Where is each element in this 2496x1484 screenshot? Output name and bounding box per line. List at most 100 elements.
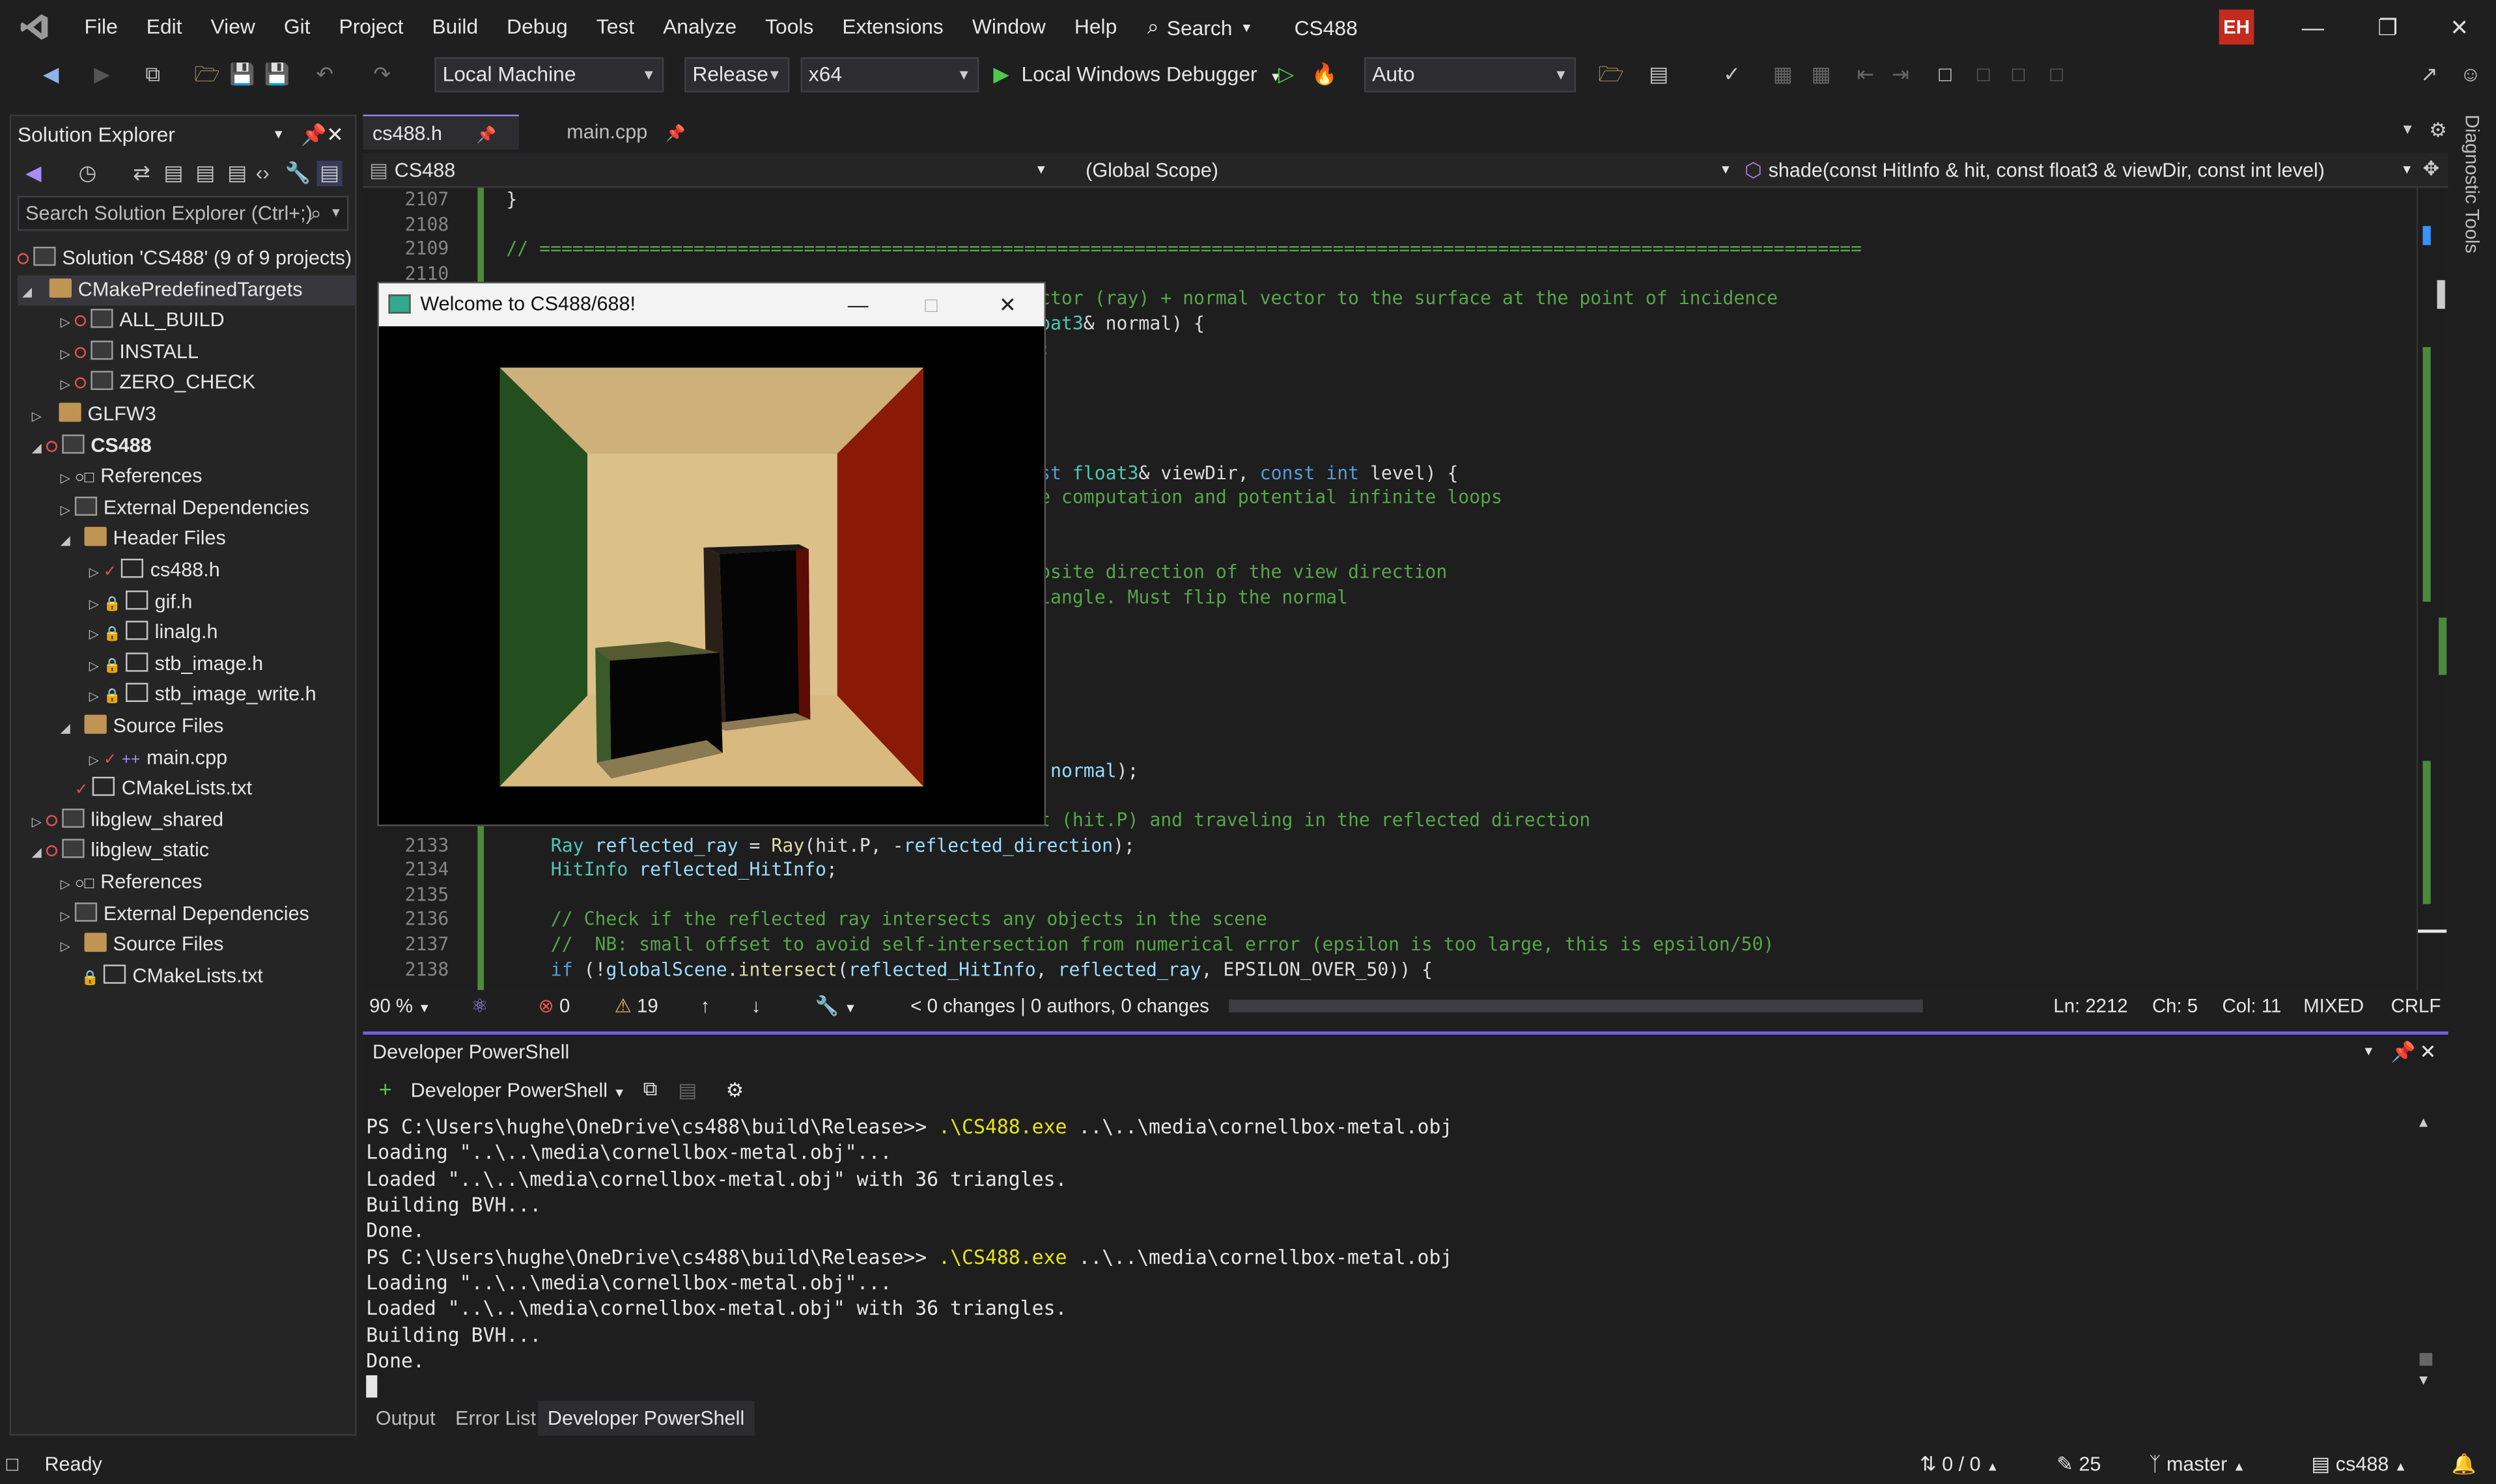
gear-icon[interactable]: ⚙: [2429, 118, 2447, 141]
collapse-all-icon[interactable]: ▤: [161, 161, 186, 186]
save-all-icon[interactable]: 💾: [264, 62, 290, 87]
project-dropdown[interactable]: ▤ CS488 ▼: [369, 153, 1047, 188]
tab-error-list[interactable]: Error List: [445, 1401, 545, 1436]
avatar[interactable]: EH: [2219, 9, 2254, 45]
start-debugger-button[interactable]: ▶ Local Windows Debugger ▼: [993, 57, 1282, 92]
menu-tools[interactable]: Tools: [751, 0, 828, 54]
errors-indicator[interactable]: ⊗ 0: [538, 990, 570, 1022]
tree-item-linalg-h[interactable]: ▷ 🔒 linalg.h: [85, 618, 218, 649]
clear-bookmarks-icon[interactable]: □: [2044, 62, 2069, 87]
code-cleanup-icon[interactable]: 🔧 ▼: [815, 990, 857, 1025]
menu-build[interactable]: Build: [417, 0, 492, 54]
prev-bookmark-icon[interactable]: □: [1970, 62, 1996, 87]
tree-item-external-dependencies-2[interactable]: ▷ External Dependencies: [56, 899, 309, 930]
pending-edits-indicator[interactable]: ✎ 25: [2056, 1446, 2101, 1484]
pin-icon[interactable]: 📌: [2391, 1035, 2416, 1070]
next-issue-arrow-icon[interactable]: ↓: [751, 990, 761, 1022]
terminal-profile-dropdown[interactable]: Developer PowerShell ▼: [411, 1079, 626, 1101]
folder-icon[interactable]: 🗁: [1598, 62, 1623, 87]
outdent-icon[interactable]: ⇤: [1853, 62, 1878, 87]
tree-item-glfw3[interactable]: ▷ GLFW3: [27, 400, 156, 431]
git-changes-indicator[interactable]: < 0 changes | 0 authors, 0 changes: [910, 990, 1209, 1022]
target-dropdown[interactable]: Local Machine ▼: [434, 57, 664, 92]
pin-icon[interactable]: 📌: [666, 126, 685, 143]
horizontal-scrollbar[interactable]: [1229, 1000, 1923, 1013]
gear-icon[interactable]: ⚙: [726, 1078, 744, 1101]
collapse-icon[interactable]: ▷: [85, 557, 104, 589]
minimize-button[interactable]: —: [2277, 0, 2349, 54]
expand-icon[interactable]: ◢: [56, 526, 75, 557]
open-folder-icon[interactable]: 🗁: [194, 62, 219, 87]
layout-icon[interactable]: ▤: [1646, 62, 1672, 87]
collapse-icon[interactable]: ▷: [85, 588, 104, 619]
tree-item-cs488-h[interactable]: ▷ ✓ cs488.h: [85, 555, 220, 587]
menu-window[interactable]: Window: [958, 0, 1060, 54]
collapse-icon[interactable]: ▷: [56, 464, 75, 495]
collapse-icon[interactable]: ▷: [56, 869, 75, 901]
tree-item-references[interactable]: ▷ ○□ References: [56, 462, 203, 493]
render-window-titlebar[interactable]: Welcome to CS488/688! — □ ✕: [378, 283, 1045, 327]
new-project-icon[interactable]: ⧉: [140, 62, 165, 87]
new-terminal-icon[interactable]: +: [379, 1076, 392, 1101]
collapse-icon[interactable]: ▷: [85, 651, 104, 682]
collapse-icon[interactable]: ▷: [27, 401, 46, 432]
history-icon[interactable]: ◷: [75, 161, 100, 186]
terminal-output[interactable]: PS C:\Users\hughe\OneDrive\cs488\build\R…: [366, 1114, 1452, 1400]
branch-indicator[interactable]: ᛉ master ▲: [2149, 1446, 2245, 1484]
close-icon[interactable]: ✕: [2420, 1035, 2437, 1070]
collapse-icon[interactable]: ▷: [56, 339, 75, 370]
editor-vertical-scrollbar[interactable]: [2416, 188, 2447, 990]
menu-file[interactable]: File: [70, 0, 132, 54]
tree-item-source-files-2[interactable]: ▷ Source Files: [56, 930, 223, 961]
search-button[interactable]: ⌕ Search ▼: [1147, 14, 1253, 40]
collapse-icon[interactable]: ▷: [85, 619, 104, 651]
tree-item-stb-image-h[interactable]: ▷ 🔒 stb_image.h: [85, 649, 263, 682]
tab-main-cpp[interactable]: main.cpp 📌: [557, 115, 701, 150]
platform-dropdown[interactable]: x64 ▼: [800, 57, 979, 92]
spellcheck-icon[interactable]: ✓: [1719, 62, 1745, 87]
sync-icon[interactable]: ⇄: [129, 161, 154, 186]
indent-icon[interactable]: ⇥: [1888, 62, 1913, 87]
tree-item-cmakelists[interactable]: ✓ CMakeLists.txt: [75, 774, 252, 805]
expand-icon[interactable]: ◢: [27, 838, 46, 869]
auto-dropdown[interactable]: Auto ▼: [1364, 57, 1577, 92]
tab-output[interactable]: Output: [366, 1401, 445, 1436]
tree-item-stb-image-write-h[interactable]: ▷ 🔒 stb_image_write.h: [85, 680, 316, 712]
previous-issue-arrow-icon[interactable]: ↑: [701, 990, 710, 1022]
uncomment-icon[interactable]: ▦: [1808, 62, 1834, 87]
start-without-debugging-icon[interactable]: ▷: [1274, 62, 1299, 87]
forward-icon[interactable]: ▶: [89, 62, 115, 87]
close-icon[interactable]: ✕: [326, 116, 344, 154]
collapse-icon[interactable]: ▷: [56, 901, 75, 932]
paste-icon[interactable]: ▤: [678, 1078, 697, 1101]
tab-list-chevron-icon[interactable]: ▼: [2400, 121, 2415, 137]
chevron-down-icon[interactable]: ▼: [272, 116, 285, 154]
menu-analyze[interactable]: Analyze: [649, 0, 751, 54]
tree-item-source-files[interactable]: ◢ Source Files: [56, 712, 223, 744]
collapse-icon[interactable]: ▷: [85, 682, 104, 713]
solution-explorer-search-input[interactable]: Search Solution Explorer (Ctrl+;) ⌕ ▼: [17, 195, 349, 231]
tree-item-install[interactable]: ▷ INSTALL: [56, 337, 199, 369]
hot-reload-icon[interactable]: 🔥: [1311, 62, 1338, 87]
menu-project[interactable]: Project: [325, 0, 418, 54]
tree-item-cmakelists-2[interactable]: 🔒 CMakeLists.txt: [81, 961, 263, 992]
redo-icon[interactable]: ↷: [369, 62, 395, 87]
collapse-icon[interactable]: ▷: [56, 495, 75, 526]
collapse-icon[interactable]: ▷: [85, 744, 104, 776]
code-view-icon[interactable]: ‹›: [250, 161, 275, 186]
expand-icon[interactable]: ◢: [56, 713, 75, 744]
tree-item-cs488[interactable]: ◢ CS488: [27, 430, 152, 462]
tree-item-header-files[interactable]: ◢ Header Files: [56, 524, 226, 555]
repo-indicator[interactable]: ▤ cs488 ▲: [2311, 1446, 2407, 1484]
pin-icon[interactable]: 📌: [477, 128, 496, 145]
tree-item-zero-check[interactable]: ▷ ZERO_CHECK: [56, 369, 255, 400]
render-window[interactable]: Welcome to CS488/688! — □ ✕: [377, 281, 1046, 826]
close-window-button[interactable]: ✕: [2423, 0, 2496, 54]
feedback-icon[interactable]: ☺: [2458, 62, 2483, 87]
undo-icon[interactable]: ↶: [312, 62, 337, 87]
terminal-scrollbar[interactable]: ▲ ▼: [2417, 1114, 2439, 1391]
menu-extensions[interactable]: Extensions: [828, 0, 957, 54]
tree-item-gif-h[interactable]: ▷ 🔒 gif.h: [85, 587, 192, 619]
notifications-bell-icon[interactable]: 🔔: [2452, 1446, 2476, 1484]
chevron-down-icon[interactable]: ▼: [2363, 1035, 2375, 1070]
